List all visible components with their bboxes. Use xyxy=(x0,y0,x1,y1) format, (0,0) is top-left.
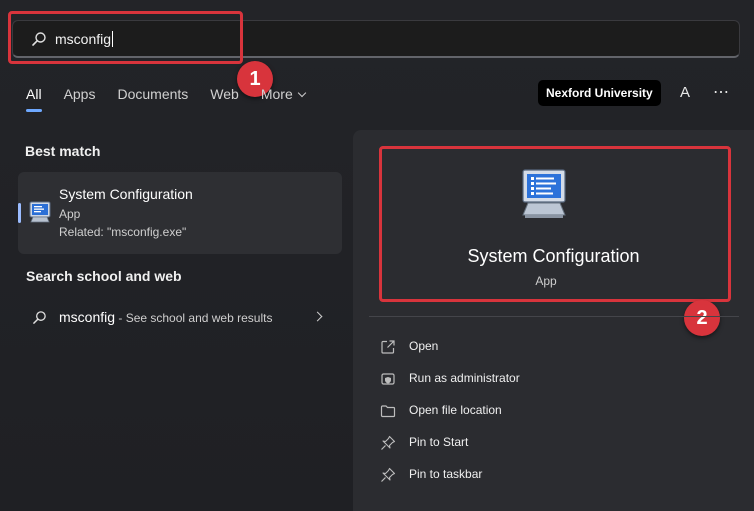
tab-all[interactable]: All xyxy=(26,86,42,112)
web-query-suffix: - See school and web results xyxy=(115,311,273,325)
chevron-right-icon xyxy=(312,311,323,322)
filter-tabs: All Apps Documents Web More xyxy=(26,86,327,112)
more-options-icon[interactable]: ⋯ xyxy=(713,82,730,102)
best-match-name: System Configuration xyxy=(59,186,193,202)
best-match-result[interactable]: System Configuration App Related: "mscon… xyxy=(18,172,342,254)
folder-icon xyxy=(380,405,396,418)
best-match-heading: Best match xyxy=(25,143,101,159)
action-pin-to-taskbar-label: Pin to taskbar xyxy=(409,467,483,481)
shield-icon xyxy=(381,373,395,385)
annotation-highlight-search xyxy=(8,11,243,64)
tab-apps[interactable]: Apps xyxy=(64,86,96,102)
pin-icon xyxy=(381,467,396,482)
selection-indicator xyxy=(18,203,21,223)
web-search-heading: Search school and web xyxy=(26,268,182,284)
system-configuration-icon xyxy=(29,201,51,223)
action-open-file-location-label: Open file location xyxy=(409,403,502,417)
web-search-result[interactable]: msconfig - See school and web results xyxy=(18,301,342,335)
open-icon xyxy=(381,340,395,354)
avatar[interactable]: A xyxy=(676,84,694,102)
chevron-down-icon xyxy=(297,88,306,98)
tab-web[interactable]: Web xyxy=(210,86,239,102)
tab-more[interactable]: More xyxy=(260,86,306,102)
action-pin-to-start-label: Pin to Start xyxy=(409,435,469,449)
details-divider xyxy=(369,316,739,317)
search-icon xyxy=(33,311,46,324)
action-open-label: Open xyxy=(409,339,439,353)
annotation-highlight-app xyxy=(379,146,731,302)
annotation-badge-2: 2 xyxy=(684,300,720,336)
web-search-text: msconfig - See school and web results xyxy=(59,309,272,325)
tab-more-label: More xyxy=(260,86,293,102)
best-match-related: Related: "msconfig.exe" xyxy=(59,225,187,239)
tab-documents[interactable]: Documents xyxy=(117,86,188,102)
organization-badge[interactable]: Nexford University xyxy=(538,80,661,106)
pin-icon xyxy=(381,435,396,450)
web-query: msconfig xyxy=(59,309,116,325)
action-run-as-admin-label: Run as administrator xyxy=(409,371,520,385)
best-match-type: App xyxy=(59,207,81,221)
